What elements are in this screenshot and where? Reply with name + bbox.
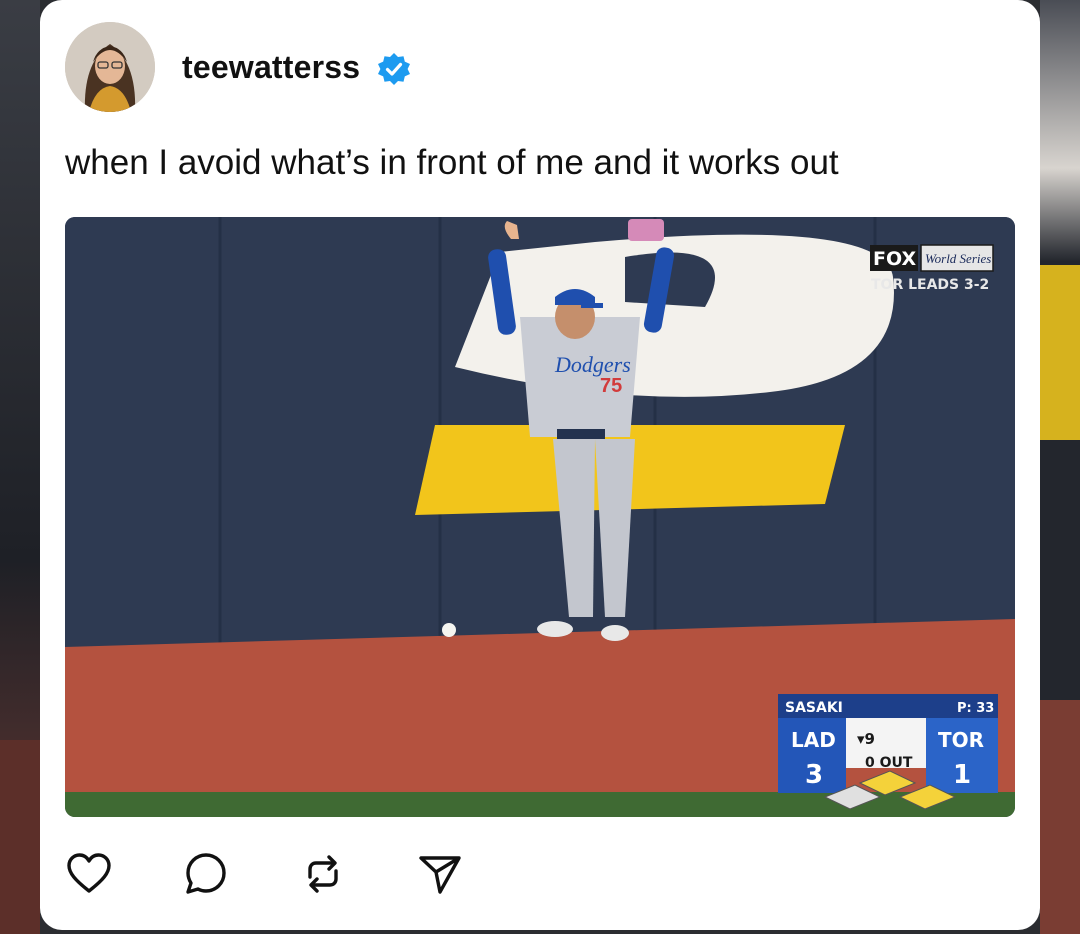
send-icon bbox=[419, 856, 461, 894]
home-score: 1 bbox=[953, 760, 971, 790]
avatar[interactable] bbox=[65, 22, 155, 112]
scorebug: SASAKI P: 33 LAD 3 ▾9 0 OUT TOR 1 bbox=[778, 694, 998, 810]
svg-text:75: 75 bbox=[600, 375, 622, 397]
share-button[interactable] bbox=[416, 850, 466, 900]
away-team: LAD bbox=[791, 728, 836, 752]
repost-icon bbox=[308, 855, 338, 893]
pitcher-name: SASAKI bbox=[785, 700, 843, 716]
network-logo: FOX bbox=[873, 248, 916, 270]
series-status: TOR LEADS 3-2 bbox=[871, 277, 989, 293]
heart-icon bbox=[67, 853, 111, 893]
username[interactable]: teewatterss bbox=[182, 49, 360, 86]
event-logo: World Series bbox=[925, 251, 991, 266]
away-score: 3 bbox=[805, 760, 823, 790]
post-caption: when I avoid what’s in front of me and i… bbox=[65, 143, 839, 182]
inning: ▾9 bbox=[857, 730, 875, 748]
repost-button[interactable] bbox=[299, 850, 349, 900]
comment-bubble-icon bbox=[186, 853, 226, 894]
pitch-count: P: 33 bbox=[957, 701, 994, 716]
post-video[interactable]: Dodgers 75 FOX World Series TOR LEADS 3-… bbox=[65, 217, 1015, 817]
comment-button[interactable] bbox=[182, 850, 232, 900]
home-team: TOR bbox=[938, 728, 984, 752]
outs: 0 OUT bbox=[865, 755, 913, 771]
verified-badge-icon bbox=[377, 52, 411, 86]
post-card: teewatterss when I avoid what’s in front… bbox=[40, 0, 1040, 930]
svg-text:Dodgers: Dodgers bbox=[554, 352, 631, 377]
post-actions bbox=[65, 850, 565, 900]
like-button[interactable] bbox=[65, 850, 115, 900]
